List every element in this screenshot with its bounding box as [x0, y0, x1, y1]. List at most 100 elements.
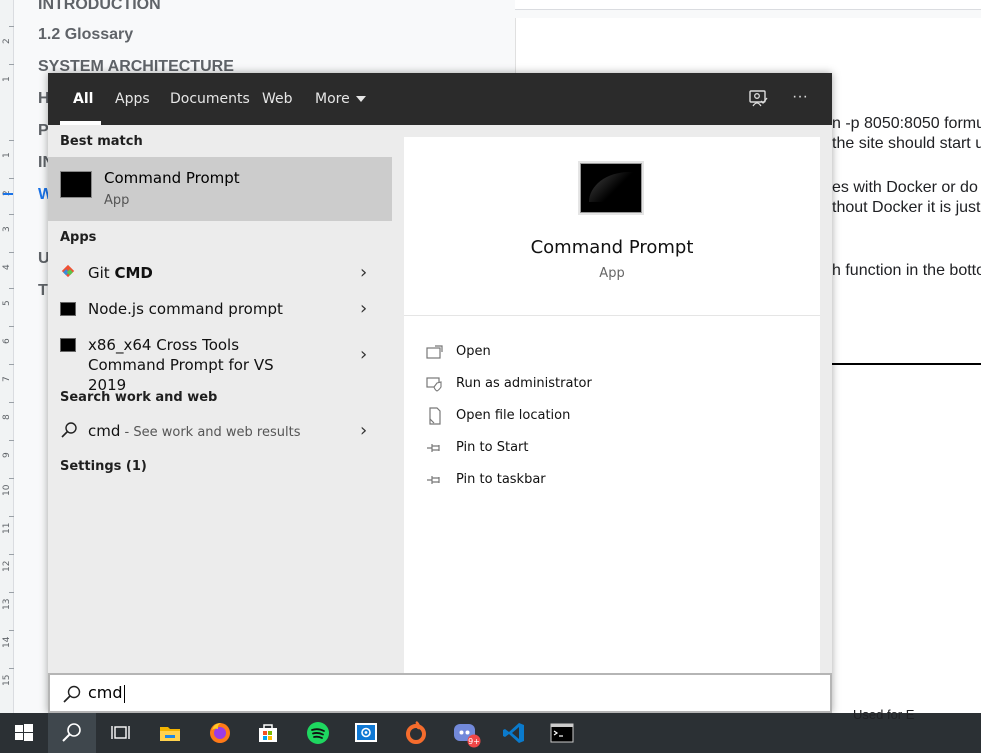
open-icon	[426, 345, 443, 359]
tab-documents[interactable]: Documents	[170, 73, 250, 125]
apps-heading: Apps	[60, 230, 97, 245]
chevron-right-icon[interactable]: ›	[360, 345, 372, 365]
app-result-label: Git CMD	[88, 263, 153, 283]
chevron-right-icon[interactable]: ›	[360, 421, 372, 441]
ruler-number: 3	[2, 226, 12, 232]
tab-web[interactable]: Web	[262, 73, 293, 125]
pin-icon	[427, 476, 440, 484]
tab-apps[interactable]: Apps	[115, 73, 150, 125]
remote-desktop-icon	[355, 723, 377, 742]
action-label: Pin to Start	[456, 440, 529, 455]
feedback-icon[interactable]	[746, 87, 770, 111]
ruler-number: 7	[2, 376, 12, 382]
ruler-number: 12	[2, 560, 12, 572]
app-result-nodejs[interactable]: Node.js command prompt ›	[48, 297, 392, 333]
discord-badge: 9+	[468, 737, 480, 746]
outline-heading[interactable]: T	[38, 282, 48, 300]
pin-icon	[427, 444, 440, 452]
app-result-git-cmd[interactable]: Git CMD ›	[48, 261, 392, 297]
microsoft-store-button[interactable]	[244, 713, 292, 753]
command-prompt-taskbar-button[interactable]	[538, 713, 586, 753]
task-view-button[interactable]	[96, 713, 144, 753]
action-label: Open	[456, 344, 491, 359]
doc-text-line: h function in the botto	[832, 262, 981, 279]
chevron-right-icon[interactable]: ›	[360, 299, 372, 319]
ruler-number: 5	[2, 300, 12, 306]
taskbar-search-button[interactable]	[48, 713, 96, 753]
vscode-icon	[503, 723, 524, 743]
vscode-button[interactable]	[490, 713, 538, 753]
more-options-icon[interactable]: ···	[788, 87, 812, 111]
doc-horizontal-rule	[832, 363, 981, 365]
outline-heading[interactable]: INTRODUCTION	[38, 0, 161, 14]
action-open[interactable]: Open	[426, 341, 726, 365]
search-icon	[63, 685, 81, 703]
web-result-label: cmd - See work and web results	[88, 421, 300, 443]
doc-text-line: es with Docker or do n	[832, 179, 981, 196]
windows-start-icon	[15, 724, 33, 741]
file-explorer-icon	[160, 727, 180, 741]
web-hint-text: - See work and web results	[120, 425, 301, 440]
app-result-label: x86_x64 Cross Tools Command Prompt for V…	[88, 336, 274, 394]
ruler-number: 14	[2, 636, 12, 648]
search-filter-bar: All Apps Documents Web More ···	[48, 73, 832, 125]
best-match-kind: App	[104, 193, 130, 208]
ruler-number: 15	[2, 674, 12, 686]
outline-heading[interactable]: 1.2 Glossary	[38, 26, 133, 44]
search-input[interactable]: cmd	[48, 673, 832, 713]
tab-all[interactable]: All	[73, 73, 93, 125]
ruler-number: 13	[2, 598, 12, 610]
terminal-icon	[60, 338, 76, 352]
web-query-text: cmd	[88, 422, 121, 440]
shield-icon	[426, 377, 442, 392]
action-pin-to-taskbar[interactable]: Pin to taskbar	[426, 469, 726, 493]
origin-icon	[406, 721, 426, 744]
search-web-heading: Search work and web	[60, 390, 218, 405]
page-top-strip	[515, 0, 981, 10]
origin-button[interactable]	[392, 713, 440, 753]
action-run-as-admin[interactable]: Run as administrator	[426, 373, 726, 397]
git-icon	[61, 264, 75, 278]
search-icon	[62, 723, 81, 742]
tab-more[interactable]: More	[315, 73, 366, 125]
web-search-result[interactable]: cmd - See work and web results ›	[48, 419, 392, 455]
command-prompt-icon	[550, 723, 574, 743]
discord-icon: 9+	[454, 724, 481, 748]
chevron-right-icon[interactable]: ›	[360, 263, 372, 283]
discord-button[interactable]: 9+	[441, 713, 489, 753]
app-result-label: Node.js command prompt	[88, 300, 283, 318]
action-open-file-location[interactable]: Open file location	[426, 405, 726, 429]
action-label: Open file location	[456, 408, 571, 423]
file-explorer-button[interactable]	[146, 713, 194, 753]
ruler-number: 6	[2, 338, 12, 344]
doc-text-line: n -p 8050:8050 formu	[832, 115, 981, 132]
file-location-icon	[429, 407, 441, 425]
doc-bottom-text: Used for E	[853, 707, 915, 722]
ruler-number: 10	[2, 484, 12, 496]
app-result-x86-cross-tools[interactable]: x86_x64 Cross Tools Command Prompt for V…	[48, 333, 392, 394]
spotify-button[interactable]	[294, 713, 342, 753]
app-label-prefix: Git	[88, 264, 115, 282]
ruler-number: 4	[2, 264, 12, 270]
preview-pane: Command Prompt App Open Run as administr…	[404, 137, 820, 673]
app-label-match: CMD	[114, 264, 153, 282]
ruler-number: 2	[2, 38, 12, 44]
command-prompt-icon	[60, 171, 92, 198]
ruler-number: 9	[2, 452, 12, 458]
action-pin-to-start[interactable]: Pin to Start	[426, 437, 726, 461]
preview-title: Command Prompt	[530, 237, 694, 258]
remote-desktop-button[interactable]	[342, 713, 390, 753]
doc-text-line: thout Docker it is just	[832, 199, 981, 216]
windows-start-button[interactable]	[0, 713, 48, 753]
doc-text-line: the site should start u	[832, 135, 981, 152]
firefox-button[interactable]	[196, 713, 244, 753]
terminal-icon	[60, 302, 76, 316]
settings-heading[interactable]: Settings (1)	[60, 459, 147, 474]
best-match-item[interactable]: Command Prompt App	[48, 157, 392, 221]
ruler-number: 1	[2, 152, 12, 158]
command-prompt-large-icon	[580, 163, 642, 213]
best-match-name: Command Prompt	[104, 169, 240, 187]
outline-active-marker	[3, 193, 13, 195]
ruler-number: 1	[2, 76, 12, 82]
preview-divider	[404, 315, 820, 316]
